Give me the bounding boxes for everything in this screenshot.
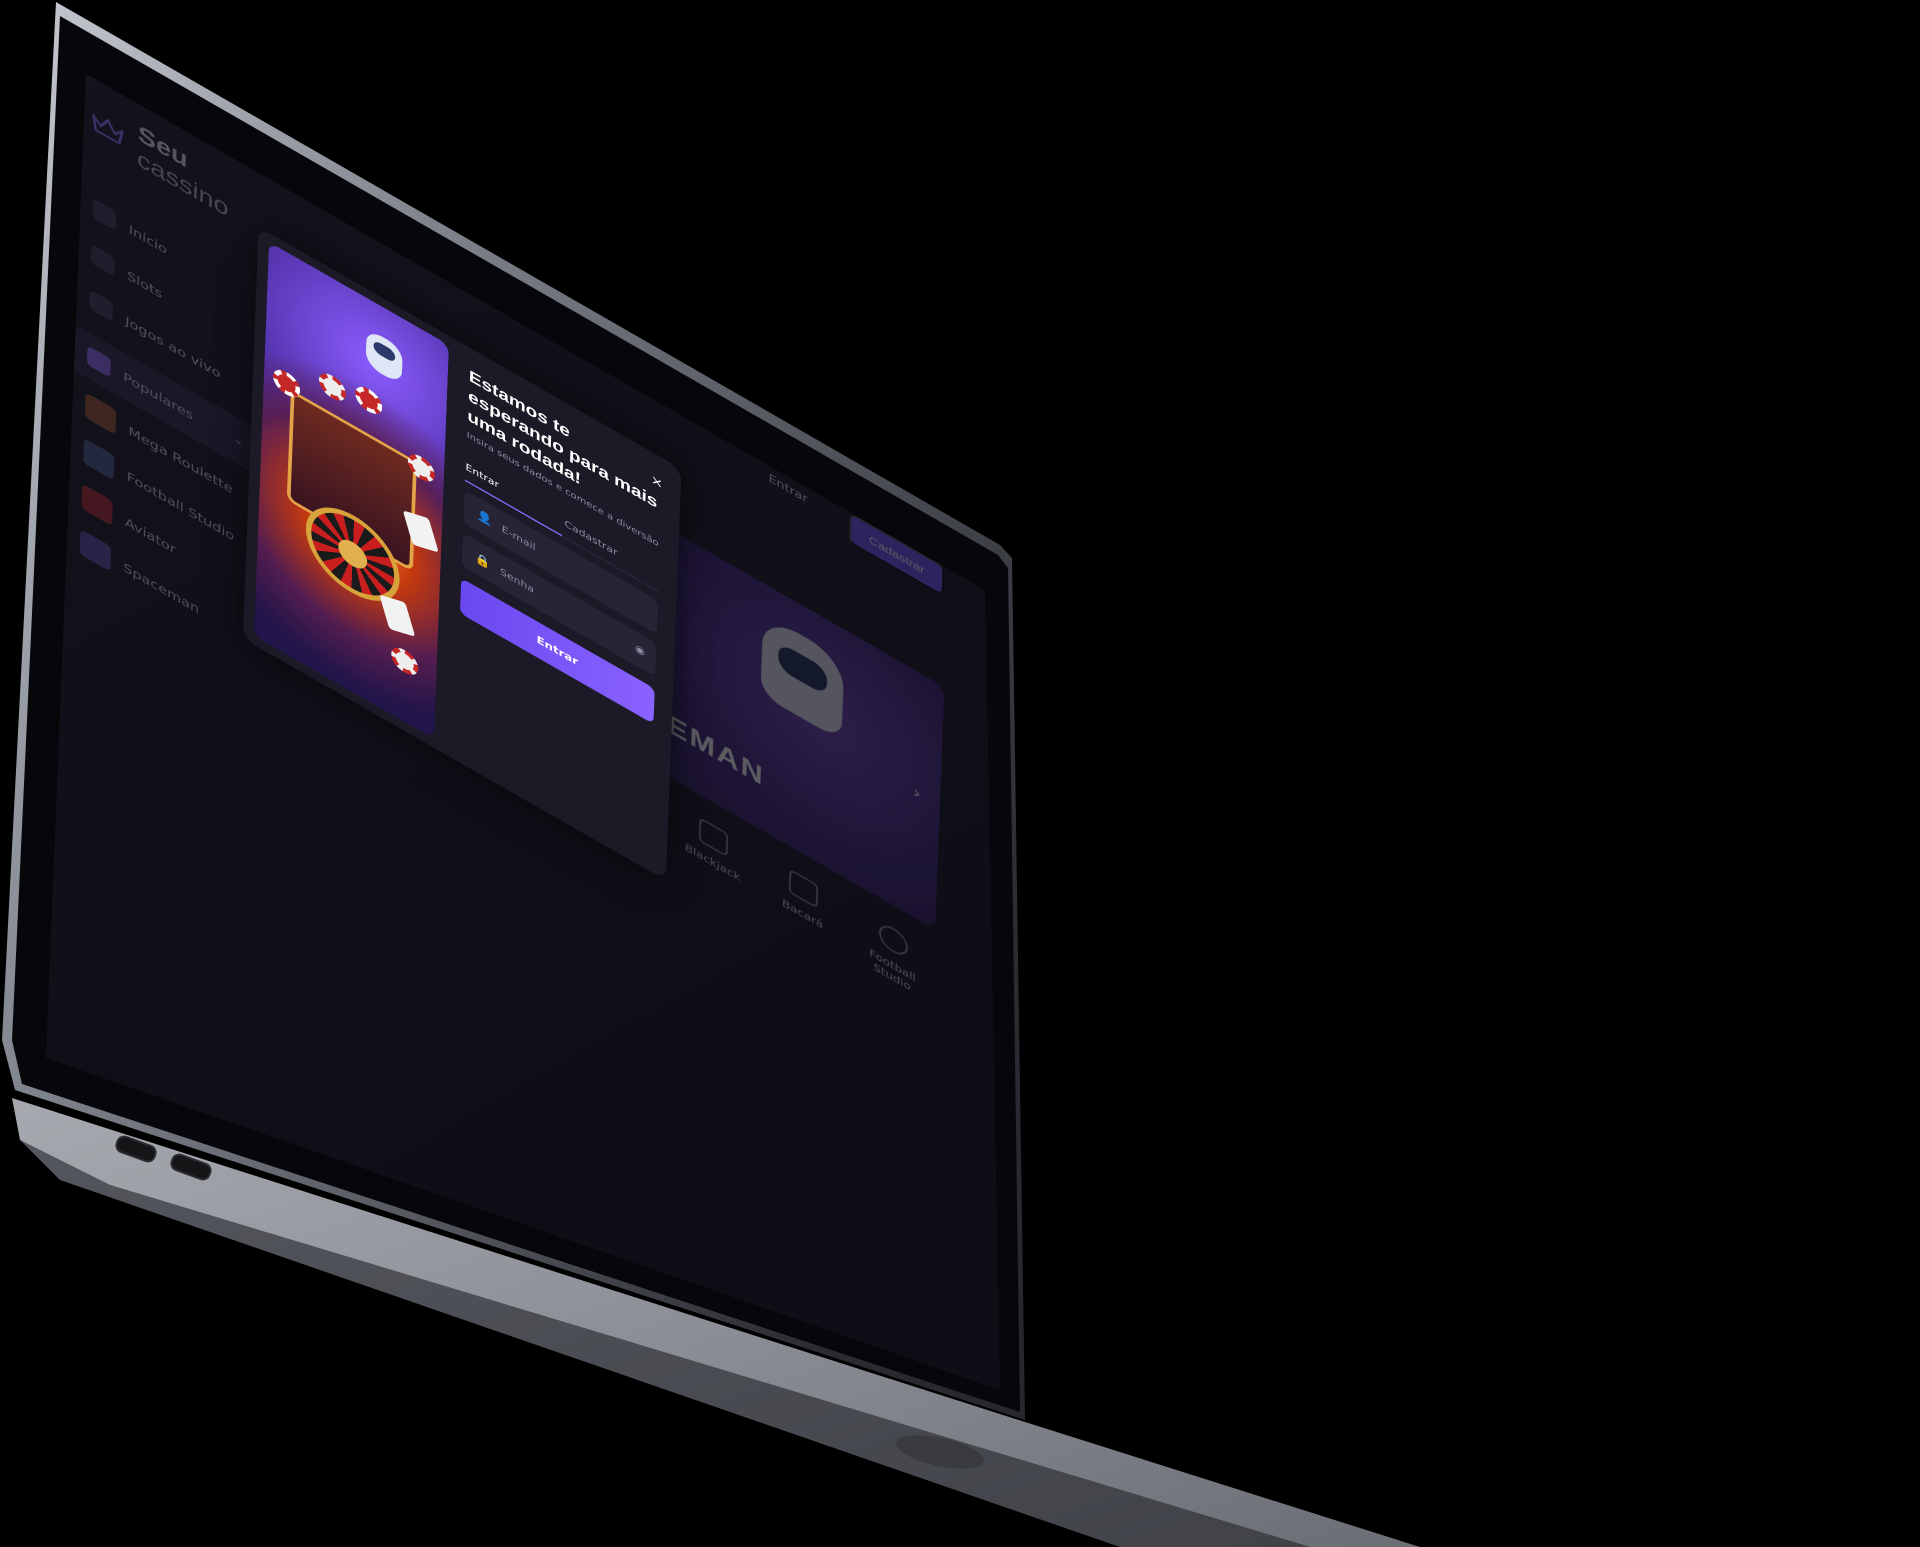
poker-chip-illustration <box>318 368 347 406</box>
poker-chip-illustration <box>390 642 419 681</box>
ball-icon <box>878 920 909 961</box>
game-thumbnail <box>83 437 115 481</box>
poker-chip-illustration <box>272 364 301 403</box>
star-icon <box>86 345 111 378</box>
login-form: Estamos te esperando para mais uma rodad… <box>459 366 663 724</box>
poker-chip-illustration <box>354 381 383 420</box>
card-icon <box>788 868 819 909</box>
slots-icon <box>90 243 115 277</box>
crown-icon <box>90 108 125 150</box>
game-thumbnail <box>79 529 112 572</box>
tab-entrar[interactable]: Entrar <box>465 461 499 490</box>
user-icon: 👤 <box>476 507 493 529</box>
promo-artwork <box>253 241 450 739</box>
sidebar-item-label: Início <box>128 221 168 258</box>
playing-card-illustration <box>379 594 416 637</box>
sidebar-nav: Início Slots Jogos ao vivo Populares ⌄ M… <box>67 178 261 660</box>
chevron-right-icon[interactable]: › <box>913 782 922 805</box>
live-icon <box>88 289 114 322</box>
eye-icon[interactable]: ◉ <box>635 642 646 659</box>
cards-icon <box>698 817 729 858</box>
lock-icon: 🔒 <box>474 550 491 572</box>
sidebar-item-label: Slots <box>126 267 163 302</box>
game-thumbnail <box>84 392 117 435</box>
astronaut-illustration <box>365 327 403 386</box>
screen: Seu cassino Início Slots Jogos ao vivo P… <box>46 74 1000 1390</box>
laptop-mockup: Seu cassino Início Slots Jogos ao vivo P… <box>0 0 1920 1547</box>
category-label: Football Studio <box>869 947 916 994</box>
game-thumbnail <box>81 483 113 527</box>
home-icon <box>92 198 117 231</box>
chevron-down-icon: ⌄ <box>233 431 245 450</box>
sidebar: Seu cassino Início Slots Jogos ao vivo P… <box>58 75 265 898</box>
